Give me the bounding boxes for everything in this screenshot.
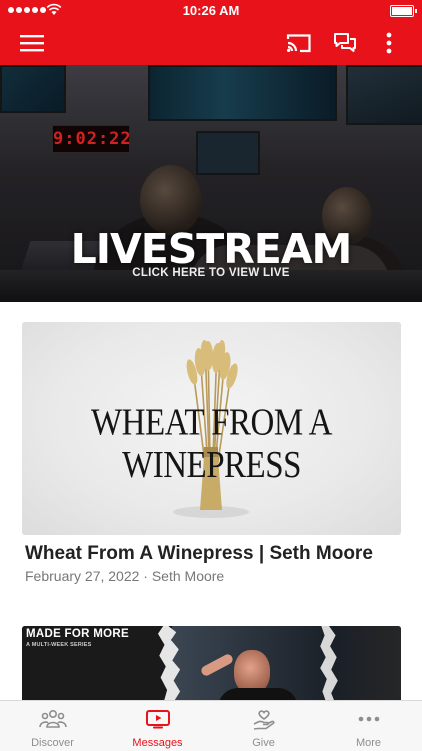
tab-give[interactable]: Give — [211, 701, 316, 751]
cast-button[interactable] — [284, 28, 314, 58]
livestream-title: LIVESTREAM — [70, 225, 353, 273]
message-title[interactable]: Wheat From A Winepress | Seth Moore — [25, 543, 373, 565]
people-icon — [38, 709, 67, 728]
series-thumbnail[interactable]: MADE FOR MORE A MULTI-WEEK SERIES — [22, 626, 401, 704]
more-options-button[interactable] — [374, 28, 404, 58]
status-bar: 10:26 AM — [0, 0, 422, 20]
status-time: 10:26 AM — [182, 3, 240, 18]
tab-more[interactable]: More — [316, 701, 421, 751]
menu-button[interactable] — [17, 28, 47, 58]
chat-icon — [334, 33, 356, 52]
message-thumbnail[interactable]: WHEAT FROM A WINEPRESS — [22, 322, 401, 535]
series-art-subtitle: A MULTI-WEEK SERIES — [26, 642, 92, 648]
tab-give-label: Give — [252, 737, 275, 749]
more-dots-icon — [358, 716, 379, 722]
bottom-tab-bar: Discover Messages Give More — [0, 700, 422, 751]
chat-button[interactable] — [330, 28, 360, 58]
series-art-title: MADE FOR MORE — [26, 628, 129, 640]
battery-icon — [390, 5, 417, 17]
menu-icon — [20, 35, 44, 52]
more-vertical-icon — [386, 32, 392, 54]
tab-messages[interactable]: Messages — [105, 701, 210, 751]
message-meta: February 27, 2022 · Seth Moore — [25, 568, 225, 584]
cast-icon — [286, 34, 311, 53]
app-bar — [0, 20, 422, 65]
tv-icon — [145, 710, 170, 729]
tab-more-label: More — [355, 737, 382, 749]
give-hand-heart-icon — [253, 710, 275, 730]
livestream-subtitle: CLICK HERE TO VIEW LIVE — [132, 267, 290, 279]
tab-messages-label: Messages — [132, 737, 183, 749]
message-art-title: WHEAT FROM A WINEPRESS — [91, 402, 332, 487]
tab-discover-label: Discover — [31, 737, 74, 749]
livestream-banner[interactable]: 9:02:22 LIVESTREAM CLICK HERE TO VIEW LI… — [0, 65, 422, 302]
tab-discover[interactable]: Discover — [0, 701, 105, 751]
